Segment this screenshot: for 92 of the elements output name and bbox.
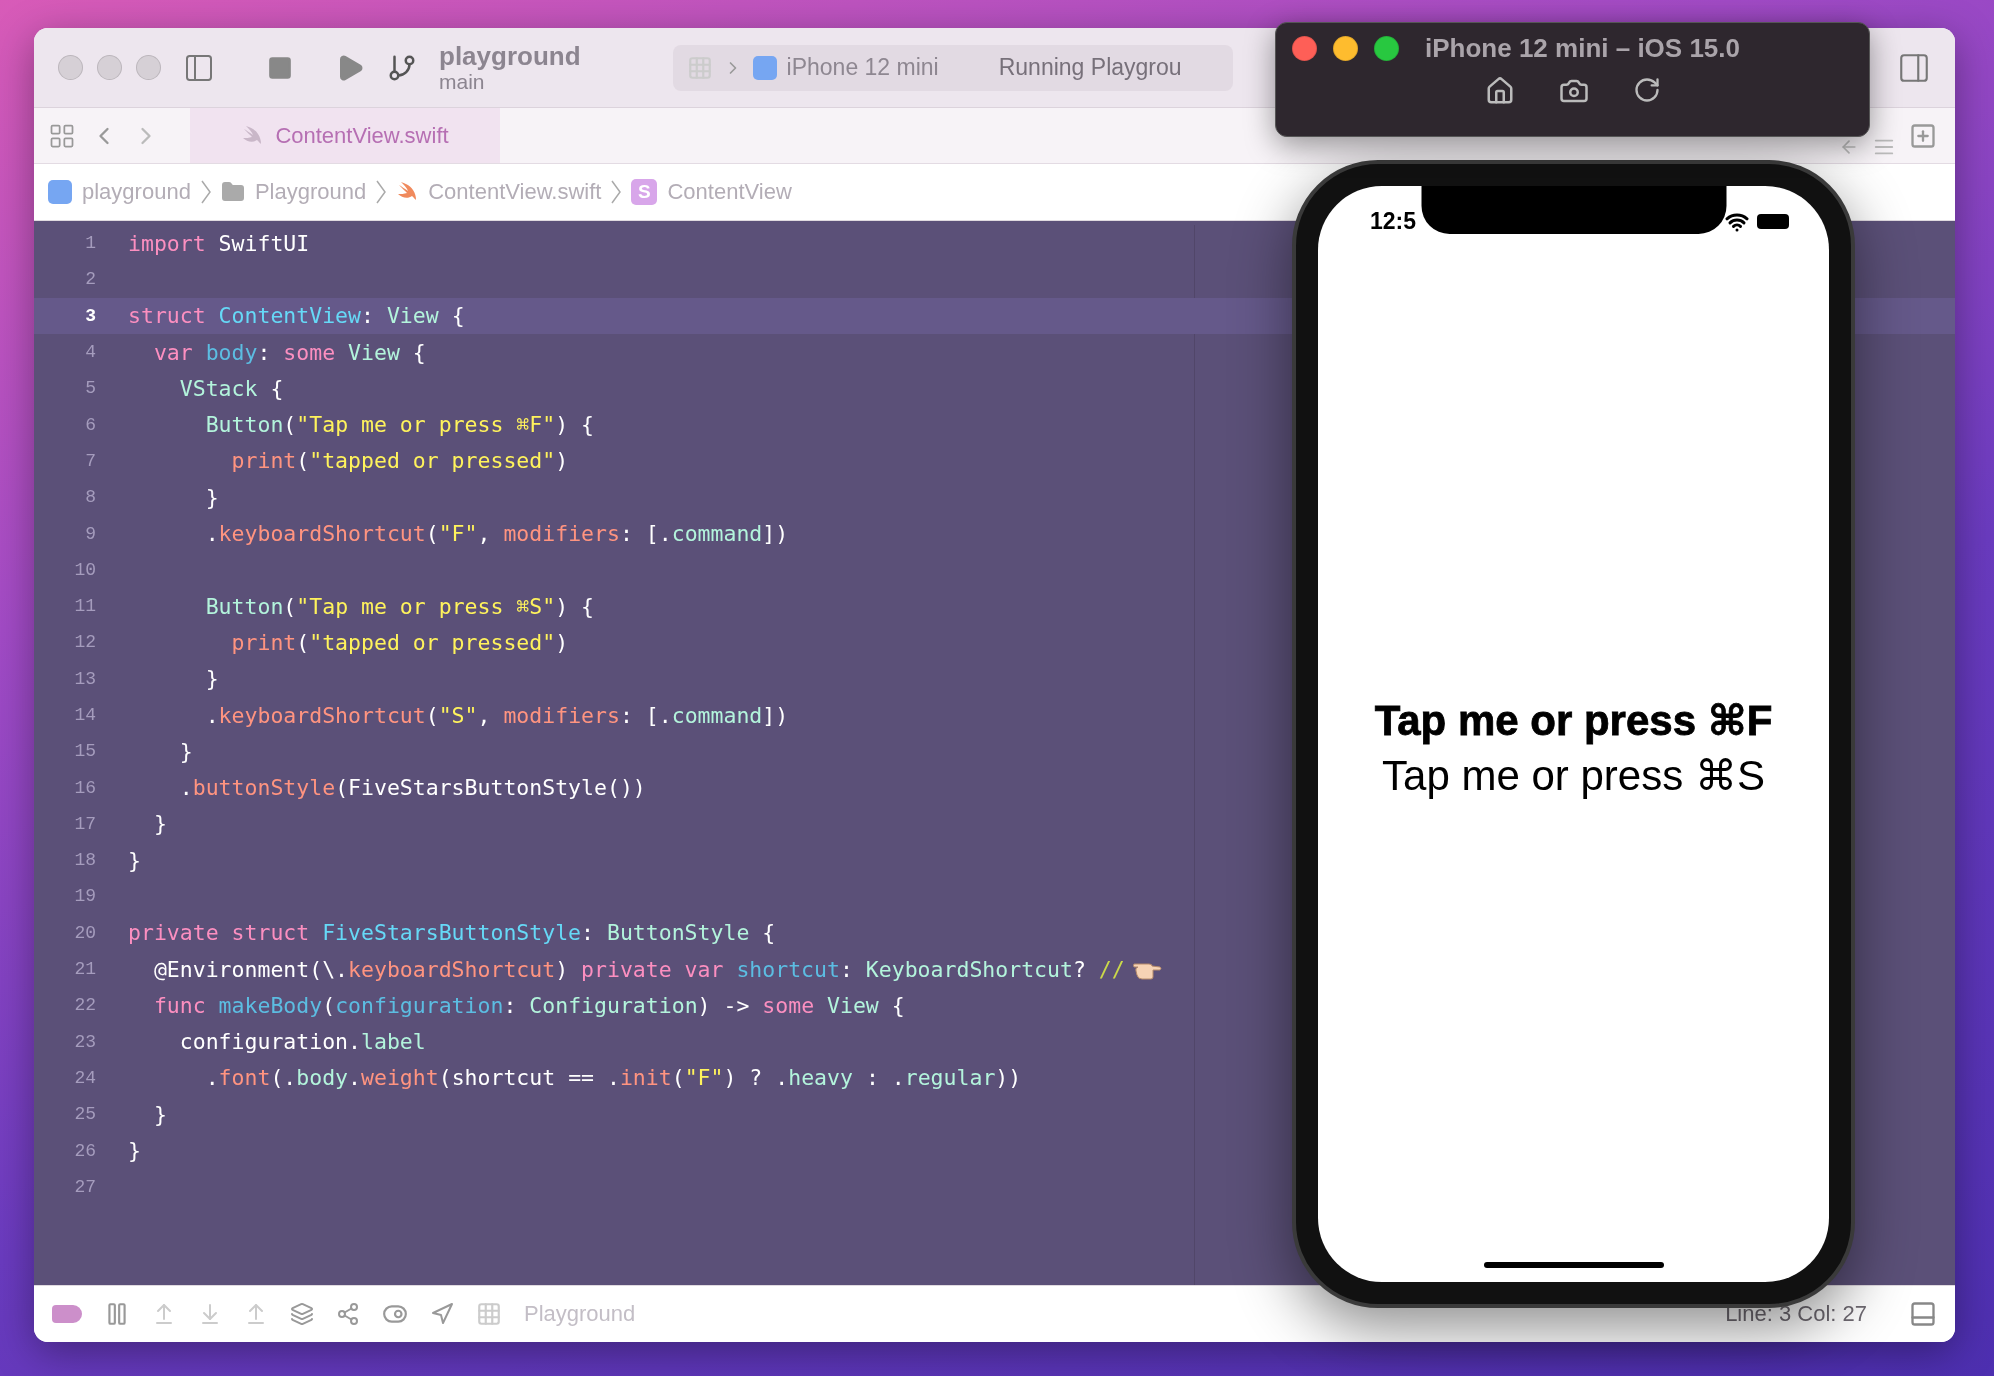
line-number: 27: [73, 1176, 96, 1197]
line-number: 21: [73, 959, 96, 980]
add-editor-icon[interactable]: [1909, 121, 1937, 150]
code-line: }: [152, 1101, 167, 1127]
code-line: }: [152, 811, 167, 837]
cursor-position: Line: 3 Col: 27: [1725, 1301, 1867, 1327]
line-number: 2: [84, 269, 96, 290]
line-number: 8: [84, 487, 96, 508]
line-number: 22: [73, 995, 96, 1016]
app-icon: [752, 55, 777, 80]
code-line: struct ContentView: View {: [128, 303, 465, 329]
code-line: .buttonStyle(FiveStarsButtonStyle()): [178, 775, 646, 801]
line-number: 25: [73, 1104, 96, 1125]
line-number: 1: [84, 233, 96, 254]
line-number: 5: [84, 378, 96, 399]
swift-icon: [241, 125, 264, 146]
code-line: }: [178, 738, 193, 764]
layers-icon[interactable]: [290, 1302, 314, 1326]
window-control[interactable]: [136, 55, 161, 80]
line-number: 11: [73, 596, 96, 617]
app-icon: [48, 180, 72, 204]
path-item[interactable]: ContentView: [667, 179, 792, 205]
path-item[interactable]: ContentView.swift: [428, 179, 602, 205]
line-number: 9: [84, 523, 96, 544]
line-number: 23: [73, 1031, 96, 1052]
line-number: 17: [73, 813, 96, 834]
line-number: 24: [73, 1067, 96, 1088]
line-number: 14: [73, 705, 96, 725]
line-number: 26: [73, 1140, 96, 1161]
struct-badge: S: [631, 179, 658, 205]
code-line: }: [128, 847, 141, 873]
line-number: 13: [73, 668, 96, 689]
code-line: .font(.body.weight(shortcut == .init("F") ? .heavy : .regular)): [204, 1065, 1022, 1091]
code-line: @Environment(\.keyboardShortcut) private var shortcut: KeyboardShortcut? //: [152, 956, 1125, 982]
chevron-icon: [200, 180, 211, 204]
line-number: 20: [73, 922, 96, 943]
code-line: VStack {: [178, 375, 284, 401]
minimize-button[interactable]: [1333, 36, 1358, 61]
code-line: Button("Tap me or press ⌘F") {: [204, 412, 595, 438]
editor-tab[interactable]: ContentView.swift: [190, 108, 500, 163]
scheme-selector[interactable]: iPhone 12 mini Running Playgrou: [672, 44, 1233, 91]
shortcut-button[interactable]: Tap me or press ⌘F: [1374, 693, 1773, 749]
window-control[interactable]: [97, 55, 122, 80]
panel-toggle-icon[interactable]: [1909, 1300, 1937, 1328]
zoom-button[interactable]: [1374, 36, 1399, 61]
battery-icon: [1757, 214, 1789, 229]
code-line: func makeBody(configuration: Configuration) -> some View {: [152, 992, 905, 1018]
line-number: 18: [73, 850, 96, 871]
window-title: iPhone 12 mini – iOS 15.0: [1425, 33, 1740, 64]
swift-icon: [396, 182, 419, 202]
code-line: var body: some View {: [152, 339, 426, 365]
line-number: 19: [73, 886, 96, 907]
line-number: 12: [73, 632, 96, 653]
debug-target: Playground: [524, 1301, 636, 1327]
playground-icon: [476, 1301, 502, 1327]
device-name: iPhone 12 mini: [786, 54, 939, 81]
line-number: 7: [84, 450, 96, 471]
line-number: 16: [73, 777, 96, 798]
line-number: 15: [73, 741, 96, 762]
code-line: print("tapped or pressed"): [230, 448, 569, 474]
project-name: playground: [439, 41, 581, 71]
line-number: 4: [84, 342, 96, 363]
status-time: 12:5: [1370, 208, 1417, 235]
graph-icon[interactable]: [336, 1302, 360, 1326]
code-line: configuration.label: [178, 1029, 426, 1055]
code-line: }: [128, 1138, 141, 1164]
code-line: print("tapped or pressed"): [230, 629, 569, 655]
folder-icon: [220, 180, 245, 204]
activity-status: Running Playgrou: [998, 54, 1182, 81]
stop-icon[interactable]: [267, 54, 293, 81]
code-line: Button("Tap me or press ⌘S") {: [204, 593, 595, 619]
location-icon[interactable]: [430, 1302, 454, 1326]
path-item[interactable]: playground: [82, 179, 191, 205]
code-line: private struct FiveStarsButtonStyle: ButtonStyle {: [128, 920, 776, 946]
close-button[interactable]: [1292, 36, 1317, 61]
code-line: }: [204, 666, 219, 692]
home-icon[interactable]: [1484, 76, 1515, 106]
chevron-icon: [611, 180, 622, 204]
branch-name: main: [439, 70, 486, 94]
chevron-icon: [376, 180, 387, 204]
path-item[interactable]: Playground: [254, 179, 367, 205]
window-control[interactable]: [58, 55, 83, 80]
line-number: 10: [73, 559, 96, 580]
code-line: }: [204, 484, 219, 510]
rotate-icon[interactable]: [1632, 76, 1661, 104]
line-number: 6: [84, 414, 96, 435]
code-line: .keyboardShortcut("S", modifiers: [.command]): [204, 702, 789, 728]
code-line: .keyboardShortcut("F", modifiers: [.command]): [204, 521, 789, 546]
breakpoint-toggle-icon[interactable]: [52, 1305, 82, 1323]
code-line: import SwiftUI: [128, 230, 310, 256]
line-number: 3: [84, 305, 96, 326]
shortcut-button[interactable]: Tap me or press ⌘S: [1382, 748, 1765, 804]
